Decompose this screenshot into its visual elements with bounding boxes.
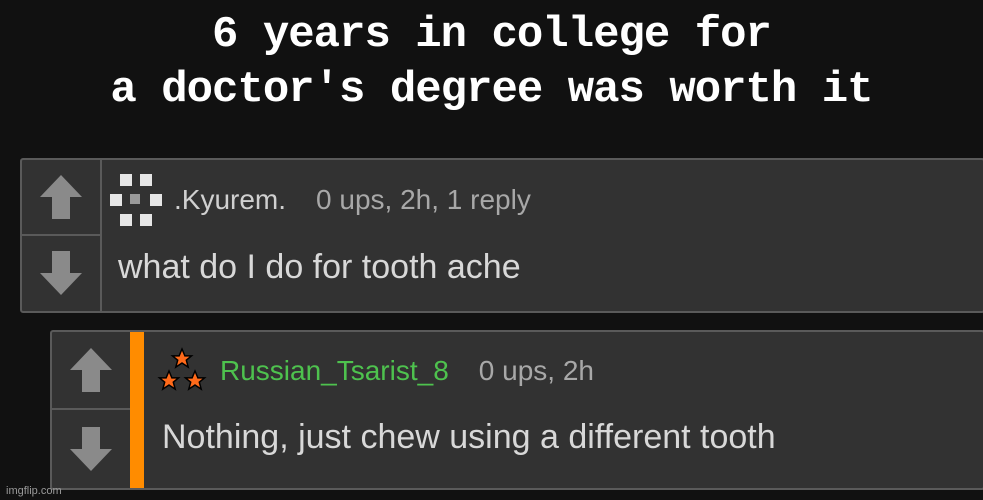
comment-text: what do I do for tooth ache (118, 248, 521, 286)
arrow-down-icon (40, 251, 82, 296)
reply-comment: Russian_Tsarist_8 0 ups, 2h Nothing, jus… (50, 330, 983, 490)
comment-meta: 0 ups, 2h (478, 355, 594, 386)
watermark: imgflip.com (6, 485, 62, 497)
comment: .Kyurem. 0 ups, 2h, 1 reply what do I do… (20, 158, 983, 313)
comment-username[interactable]: Russian_Tsarist_8 (220, 355, 449, 387)
three-stars-icon[interactable] (156, 345, 208, 397)
pixel-pattern-icon[interactable] (108, 172, 164, 228)
vote-column (22, 160, 102, 311)
comment-header: Russian_Tsarist_8 0 ups, 2h (156, 342, 594, 400)
comment-username[interactable]: .Kyurem. (174, 184, 286, 216)
arrow-up-icon (70, 348, 112, 392)
comment-text: Nothing, just chew using a different too… (162, 418, 776, 456)
arrow-down-icon (70, 427, 112, 471)
upvote-button[interactable] (22, 160, 100, 236)
caption-line-1: 6 years in college for (212, 10, 772, 60)
comment-header: .Kyurem. 0 ups, 2h, 1 reply (108, 172, 531, 228)
reply-accent-bar (130, 332, 144, 488)
comment-meta: 0 ups, 2h, 1 reply (316, 184, 531, 215)
caption-line-2: a doctor's degree was worth it (110, 65, 873, 115)
downvote-button[interactable] (52, 410, 130, 488)
upvote-button[interactable] (52, 332, 130, 410)
vote-column (52, 332, 132, 488)
meme-caption: 6 years in college for a doctor's degree… (0, 8, 983, 118)
downvote-button[interactable] (22, 236, 100, 312)
arrow-up-icon (40, 174, 82, 219)
